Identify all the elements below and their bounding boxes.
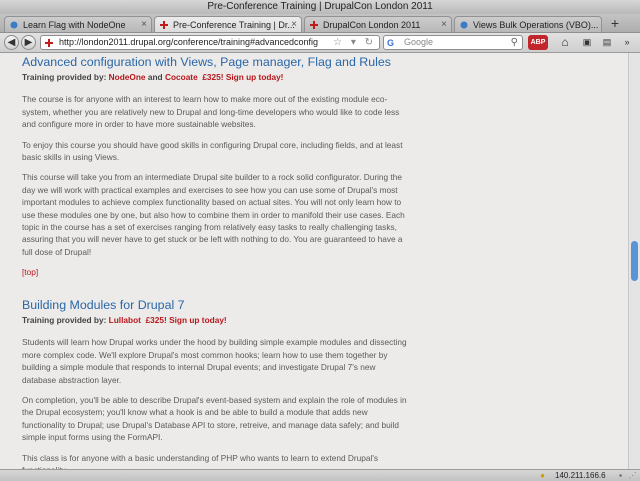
status-bar: ● 140.211.166.6 ▪ ⋰ (0, 469, 640, 481)
drupalcon-favicon-icon (160, 21, 168, 29)
tab-bar: Learn Flag with NodeOne × Pre-Conference… (0, 14, 640, 33)
paragraph: To enjoy this course you should have goo… (22, 139, 403, 163)
toolbar-menu-icon[interactable]: ▤ (598, 35, 616, 50)
navigation-toolbar: ◀ ▶ http://london2011.drupal.org/confere… (0, 33, 640, 53)
drupal-favicon-icon (10, 21, 18, 29)
vertical-scrollbar[interactable] (628, 53, 640, 469)
status-addon-icon[interactable]: ▪ (616, 471, 625, 480)
paragraph: This class is for anyone with a basic un… (22, 452, 379, 469)
training-provider: Training provided by: NodeOne and Cocoat… (22, 71, 410, 83)
tab-pre-conference[interactable]: Pre-Conference Training | Dr... × (154, 16, 302, 32)
back-button[interactable]: ◀ (4, 35, 19, 50)
page-content: Advanced configuration with Views, Page … (0, 53, 628, 469)
forward-button[interactable]: ▶ (21, 35, 36, 50)
tab-learn-flag[interactable]: Learn Flag with NodeOne × (4, 16, 152, 32)
close-icon[interactable]: × (441, 17, 447, 32)
section-advanced-config: Advanced configuration with Views, Page … (22, 55, 410, 287)
paragraph: The course is for anyone with an interes… (22, 94, 400, 130)
section-building-modules: Building Modules for Drupal 7 Training p… (22, 298, 410, 469)
search-icon[interactable]: ⚲ (511, 36, 518, 49)
provider-link-lullabot[interactable]: Lullabot (109, 315, 141, 325)
section-title[interactable]: Building Modules for Drupal 7 (22, 298, 410, 313)
drupalcon-favicon-icon (310, 21, 318, 29)
resize-grip-icon[interactable]: ⋰ (628, 471, 637, 480)
search-input[interactable]: G Google ⚲ (383, 35, 523, 50)
drupal-favicon-icon (460, 21, 468, 29)
provider-and: and (147, 72, 163, 82)
close-icon[interactable]: × (141, 17, 147, 32)
bookmark-star-icon[interactable]: ☆ ▾ ↻ (333, 36, 376, 49)
tab-label: Views Bulk Operations (VBO)... (473, 20, 599, 30)
tab-label: Learn Flag with NodeOne (23, 20, 126, 30)
toolbar-addon-icon[interactable]: ▣ (578, 35, 596, 50)
provider-link-nodeone[interactable]: NodeOne (109, 72, 146, 82)
drupalcon-favicon-icon (45, 39, 53, 47)
paragraph: Students will learn how Drupal works und… (22, 337, 407, 385)
close-icon[interactable]: × (291, 17, 297, 32)
new-tab-button[interactable]: + (604, 16, 626, 32)
signup-link[interactable]: £325! Sign up today! (146, 315, 227, 325)
paragraph: This course will take you from an interm… (22, 172, 405, 257)
scrollbar-thumb[interactable] (631, 241, 638, 281)
url-input[interactable]: http://london2011.drupal.org/conference/… (40, 35, 380, 50)
tab-views-bulk[interactable]: Views Bulk Operations (VBO)... (454, 16, 602, 32)
search-placeholder: Google (404, 37, 434, 47)
window-title: Pre-Conference Training | DrupalCon Lond… (0, 0, 640, 14)
section-title[interactable]: Advanced configuration with Views, Page … (22, 55, 410, 70)
lock-icon: ● (540, 471, 545, 480)
home-icon[interactable]: ⌂ (556, 35, 574, 50)
google-icon: G (387, 38, 395, 48)
paragraph: On completion, you'll be able to describ… (22, 395, 407, 443)
tab-label: Pre-Conference Training | Dr... (173, 20, 295, 30)
top-link[interactable]: [top] (22, 266, 410, 278)
provider-label: Training provided by: (22, 315, 107, 325)
tab-label: DrupalCon London 2011 (323, 20, 421, 30)
overflow-icon[interactable]: » (618, 35, 636, 50)
signup-link[interactable]: £325! Sign up today! (202, 72, 283, 82)
tab-drupalcon[interactable]: DrupalCon London 2011 × (304, 16, 452, 32)
url-text: http://london2011.drupal.org/conference/… (59, 37, 319, 47)
training-provider: Training provided by: Lullabot £325! Sig… (22, 314, 410, 326)
adblock-icon[interactable]: ABP (528, 35, 548, 50)
provider-label: Training provided by: (22, 72, 107, 82)
ip-address: 140.211.166.6 (555, 471, 606, 480)
provider-link-cocoate[interactable]: Cocoate (165, 72, 198, 82)
